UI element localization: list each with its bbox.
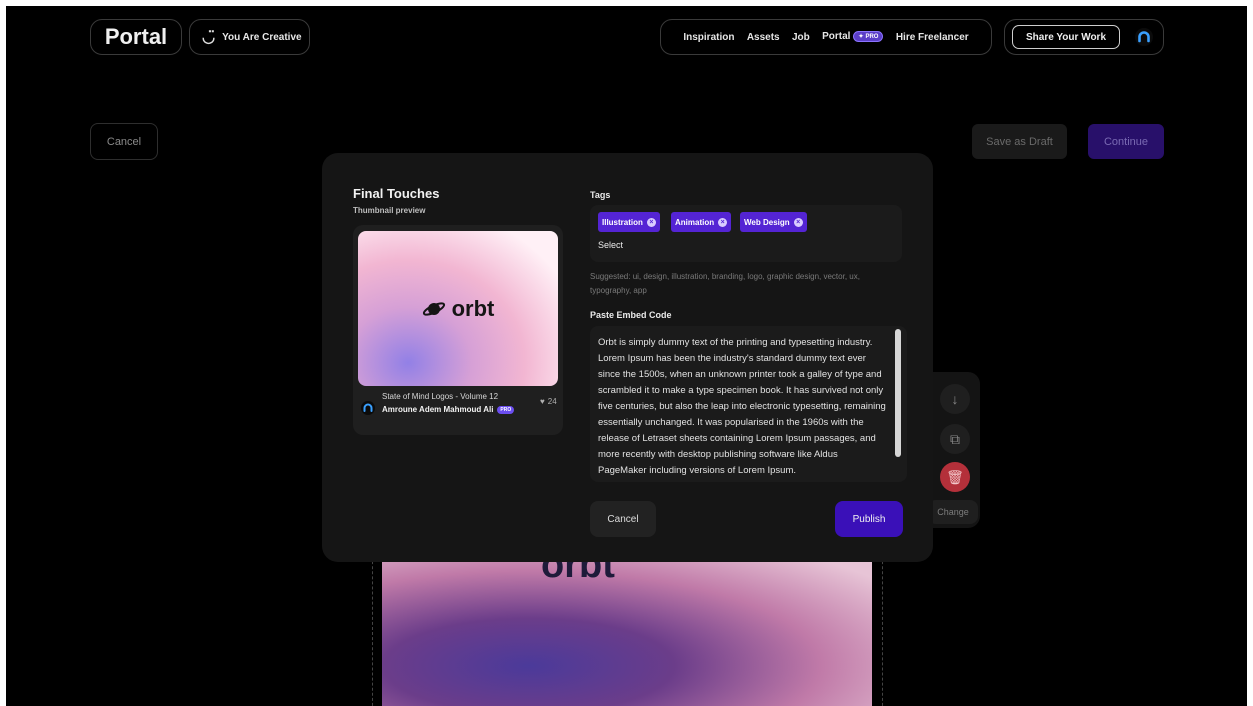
embed-code-textarea[interactable]: Orbt is simply dummy text of the printin… — [590, 326, 907, 482]
embed-scrollbar[interactable] — [895, 329, 901, 477]
thumbnail-image[interactable]: orbt — [358, 231, 558, 386]
modal-subtitle: Thumbnail preview — [353, 206, 426, 215]
duplicate-icon[interactable]: ⧉ — [940, 424, 970, 454]
change-button[interactable]: Change — [928, 500, 978, 524]
nav-job[interactable]: Job — [792, 32, 810, 43]
move-down-icon[interactable]: ↓ — [940, 384, 970, 414]
main-nav: Inspiration Assets Job Portal ✦ PRO Hire F… — [660, 19, 992, 55]
tag-chip: Animation × — [671, 212, 732, 232]
nav-portal[interactable]: Portal ✦ PRO — [822, 31, 884, 43]
tag-label: Web Design — [744, 217, 790, 227]
remove-tag-icon[interactable]: × — [718, 217, 728, 227]
tag-label: Illustration — [602, 217, 643, 227]
embed-code-text: Orbt is simply dummy text of the printin… — [598, 337, 886, 476]
tag-chip: Illustration × — [598, 212, 660, 232]
modal-title: Final Touches — [353, 186, 440, 201]
portal-logo[interactable]: Portal — [90, 19, 182, 55]
modal-cancel-button[interactable]: Cancel — [590, 501, 656, 537]
tag-chip: Web Design × — [740, 212, 807, 232]
nav-portal-label: Portal — [822, 31, 851, 43]
author-pro-badge: PRO — [497, 405, 515, 414]
save-as-draft-button[interactable]: Save as Draft — [972, 124, 1067, 159]
trash-icon[interactable]: 🗑 — [940, 462, 970, 492]
planet-logo-icon — [422, 301, 445, 316]
author-name: Amroune Adem Mahmoud Ali — [382, 405, 494, 414]
author-avatar — [361, 401, 375, 415]
publish-button[interactable]: Publish — [835, 501, 903, 537]
final-touches-modal: Final Touches Thumbnail preview orbt Sta… — [322, 153, 933, 562]
heart-icon: ♥ — [540, 397, 545, 406]
tags-input[interactable]: Illustration × Animation × Web Design × Sel… — [590, 205, 902, 262]
header-actions: Share Your Work — [1004, 19, 1164, 55]
logo-text: Portal — [104, 24, 168, 49]
share-your-work-button[interactable]: Share Your Work — [1012, 25, 1120, 49]
thumbnail-logo-text: orbt — [451, 295, 495, 321]
smile-icon: ◡̈ — [202, 29, 216, 46]
creative-label: You Are Creative — [222, 31, 302, 43]
nav-assets[interactable]: Assets — [747, 32, 780, 43]
nav-hire-freelancer[interactable]: Hire Freelancer — [896, 32, 969, 43]
likes-value: 24 — [547, 397, 557, 406]
card-title: State of Mind Logos - Volume 12 — [382, 392, 499, 401]
pro-badge: ✦ PRO — [853, 31, 884, 43]
tag-label: Animation — [675, 217, 715, 227]
scrollbar-thumb[interactable] — [895, 329, 901, 457]
you-are-creative-button[interactable]: ◡̈ You Are Creative — [189, 19, 310, 55]
nav-inspiration[interactable]: Inspiration — [683, 32, 734, 43]
remove-tag-icon[interactable]: × — [646, 217, 656, 227]
remove-tag-icon[interactable]: × — [793, 217, 803, 227]
continue-button[interactable]: Continue — [1088, 124, 1164, 159]
canvas-image[interactable] — [382, 554, 872, 706]
card-author: Amroune Adem Mahmoud Ali PRO — [382, 405, 515, 414]
sparkle-icon: ✦ — [858, 34, 864, 41]
tag-select-placeholder[interactable]: Select — [598, 240, 623, 250]
app-stage: Portal ◡̈ You Are Creative Inspiration A… — [6, 6, 1247, 706]
tags-label: Tags — [590, 190, 611, 200]
suggested-tags: Suggested: ui, design, illustration, bra… — [590, 272, 860, 295]
embed-code-label: Paste Embed Code — [590, 310, 672, 320]
thumbnail-card: orbt State of Mind Logos - Volume 12 Amr… — [353, 225, 563, 435]
likes-count: ♥ 24 — [540, 397, 557, 406]
user-avatar[interactable] — [1135, 28, 1153, 46]
pro-badge-label: PRO — [865, 33, 879, 40]
page-cancel-button[interactable]: Cancel — [90, 123, 158, 160]
